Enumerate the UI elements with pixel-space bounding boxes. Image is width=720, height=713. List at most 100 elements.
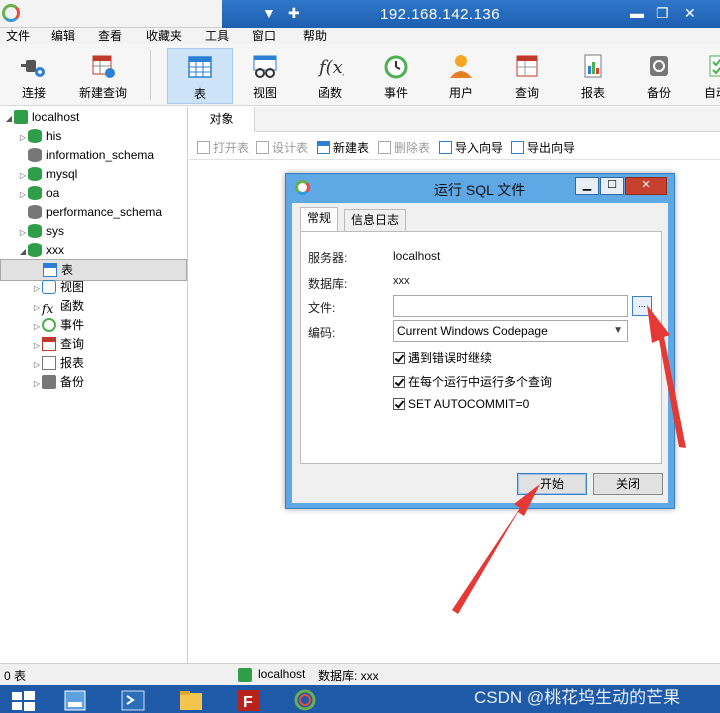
event-button[interactable]: 事件: [371, 48, 421, 104]
close-icon[interactable]: ✕: [684, 5, 696, 22]
new-query-label: 新建查询: [78, 86, 127, 100]
tree-node-functions[interactable]: ▷ fx 函数: [32, 297, 84, 316]
tree-node-information-schema[interactable]: information_schema: [18, 146, 154, 165]
tree-node-views[interactable]: ▷ 视图: [32, 278, 84, 297]
database-icon: [28, 167, 42, 181]
menu-window[interactable]: 窗口: [252, 28, 276, 44]
view-icon: [42, 280, 56, 294]
open-table-button[interactable]: 打开表: [197, 140, 249, 156]
collapsed-arrow-icon[interactable]: ▷: [32, 317, 42, 336]
chevron-down-icon[interactable]: ▼: [262, 5, 276, 21]
collapsed-arrow-icon[interactable]: ▷: [18, 223, 28, 242]
user-label: 用户: [448, 86, 473, 100]
new-table-button[interactable]: 新建表: [317, 140, 369, 156]
table-button[interactable]: 表: [167, 48, 233, 104]
multiple-queries-checkbox[interactable]: 在每个运行中运行多个查询: [393, 373, 552, 390]
design-table-button[interactable]: 设计表: [256, 140, 308, 156]
navicat-logo-icon: [295, 180, 310, 195]
tab-general[interactable]: 常规: [300, 207, 339, 232]
server-label: 服务器:: [308, 251, 348, 265]
dialog-minimize-button[interactable]: ▁: [575, 177, 599, 195]
collapsed-arrow-icon[interactable]: ▷: [32, 355, 42, 374]
file-explorer-icon[interactable]: [178, 688, 204, 712]
export-wizard-button[interactable]: 导出向导: [511, 140, 575, 156]
dialog-title-bar[interactable]: 运行 SQL 文件 ▁ ☐ ✕: [286, 174, 674, 202]
user-button[interactable]: 用户: [436, 48, 486, 104]
collapsed-arrow-icon[interactable]: ▷: [32, 374, 42, 393]
autocommit-checkbox[interactable]: SET AUTOCOMMIT=0: [393, 397, 529, 411]
backup-button[interactable]: 备份: [634, 48, 684, 104]
restore-icon[interactable]: ❐: [656, 5, 669, 22]
pin-icon[interactable]: ✚: [288, 5, 300, 22]
tree-node-his[interactable]: ▷ his: [18, 127, 61, 146]
import-wizard-button[interactable]: 导入向导: [439, 140, 503, 156]
encoding-label: 编码:: [308, 326, 336, 340]
svg-text:F: F: [243, 694, 253, 711]
continue-on-error-checkbox[interactable]: 遇到错误时继续: [393, 349, 492, 366]
tree-node-sys[interactable]: ▷ sys: [18, 222, 64, 241]
expanded-arrow-icon[interactable]: ◢: [4, 109, 14, 128]
checkbox-checked-icon: [393, 352, 405, 364]
tree-node-performance-schema[interactable]: performance_schema: [18, 203, 162, 222]
automation-icon: [709, 55, 720, 77]
dialog-close-button[interactable]: ✕: [625, 177, 667, 195]
toolbar-divider: [150, 50, 151, 100]
tree-node-mysql[interactable]: ▷ mysql: [18, 165, 77, 184]
query-button[interactable]: 查询: [502, 48, 552, 104]
windows-start-icon[interactable]: [10, 688, 36, 712]
collapsed-arrow-icon[interactable]: ▷: [18, 185, 28, 204]
tree-node-tables[interactable]: 表: [0, 259, 187, 281]
minimize-icon[interactable]: ▬: [630, 5, 644, 21]
tree-node-localhost[interactable]: ◢ localhost: [4, 108, 79, 127]
powershell-icon[interactable]: [120, 688, 146, 712]
menu-help[interactable]: 帮助: [303, 28, 327, 44]
view-button[interactable]: 视图: [240, 48, 290, 104]
menu-view[interactable]: 查看: [98, 28, 122, 44]
server-manager-icon[interactable]: [62, 688, 88, 712]
file-path-input[interactable]: [393, 295, 628, 317]
collapsed-arrow-icon[interactable]: ▷: [18, 166, 28, 185]
run-sql-file-dialog: 运行 SQL 文件 ▁ ☐ ✕ 常规 信息日志 服务器: localhost 数…: [285, 173, 675, 509]
tree-node-label: 备份: [60, 375, 85, 389]
tree-node-reports[interactable]: ▷ 报表: [32, 354, 84, 373]
tree-node-oa[interactable]: ▷ oa: [18, 184, 59, 203]
connect-button[interactable]: 连接: [8, 48, 60, 104]
tab-message-log[interactable]: 信息日志: [344, 209, 407, 231]
query-label: 查询: [514, 86, 539, 100]
collapsed-arrow-icon[interactable]: ▷: [32, 279, 42, 298]
function-button[interactable]: f(x) 函数: [305, 48, 355, 104]
menu-favorites[interactable]: 收藏夹: [146, 28, 182, 44]
collapsed-arrow-icon[interactable]: ▷: [18, 128, 28, 147]
tab-objects[interactable]: 对象: [189, 107, 255, 132]
new-query-button[interactable]: 新建查询: [76, 48, 130, 104]
new-query-icon: [92, 55, 115, 78]
collapsed-arrow-icon[interactable]: ▷: [32, 298, 42, 317]
connection-icon: [14, 110, 28, 124]
tree-node-queries[interactable]: ▷ 查询: [32, 335, 84, 354]
menu-file[interactable]: 文件: [6, 28, 30, 44]
menu-edit[interactable]: 编辑: [51, 28, 75, 44]
tree-node-label: information_schema: [46, 148, 155, 162]
tree-node-xxx[interactable]: ◢ xxx: [18, 241, 64, 260]
tree-node-backups[interactable]: ▷ 备份: [32, 373, 84, 392]
automation-button[interactable]: 自动: [696, 48, 720, 104]
dialog-maximize-button[interactable]: ☐: [600, 177, 624, 195]
filezilla-icon[interactable]: F: [236, 688, 262, 712]
tree-node-label: 表: [61, 263, 74, 277]
menu-tools[interactable]: 工具: [205, 28, 229, 44]
browse-file-button[interactable]: ...: [632, 296, 652, 316]
collapsed-arrow-icon[interactable]: ▷: [32, 336, 42, 355]
delete-table-button[interactable]: 删除表: [378, 140, 430, 156]
table-icon: [43, 263, 57, 277]
report-button[interactable]: 报表: [568, 48, 618, 104]
dialog-body: 常规 信息日志 服务器: localhost 数据库: xxx 文件: ... …: [292, 203, 668, 503]
import-icon: [439, 141, 452, 154]
plug-icon: [21, 60, 45, 77]
tree-node-label: localhost: [32, 110, 80, 124]
close-button[interactable]: 关闭: [593, 473, 663, 495]
start-button[interactable]: 开始: [517, 473, 587, 495]
navicat-taskbar-icon[interactable]: [292, 688, 318, 712]
encoding-select[interactable]: Current Windows Codepage ▼: [393, 320, 628, 342]
backup-icon: [42, 375, 56, 389]
tree-node-events[interactable]: ▷ 事件: [32, 316, 84, 335]
